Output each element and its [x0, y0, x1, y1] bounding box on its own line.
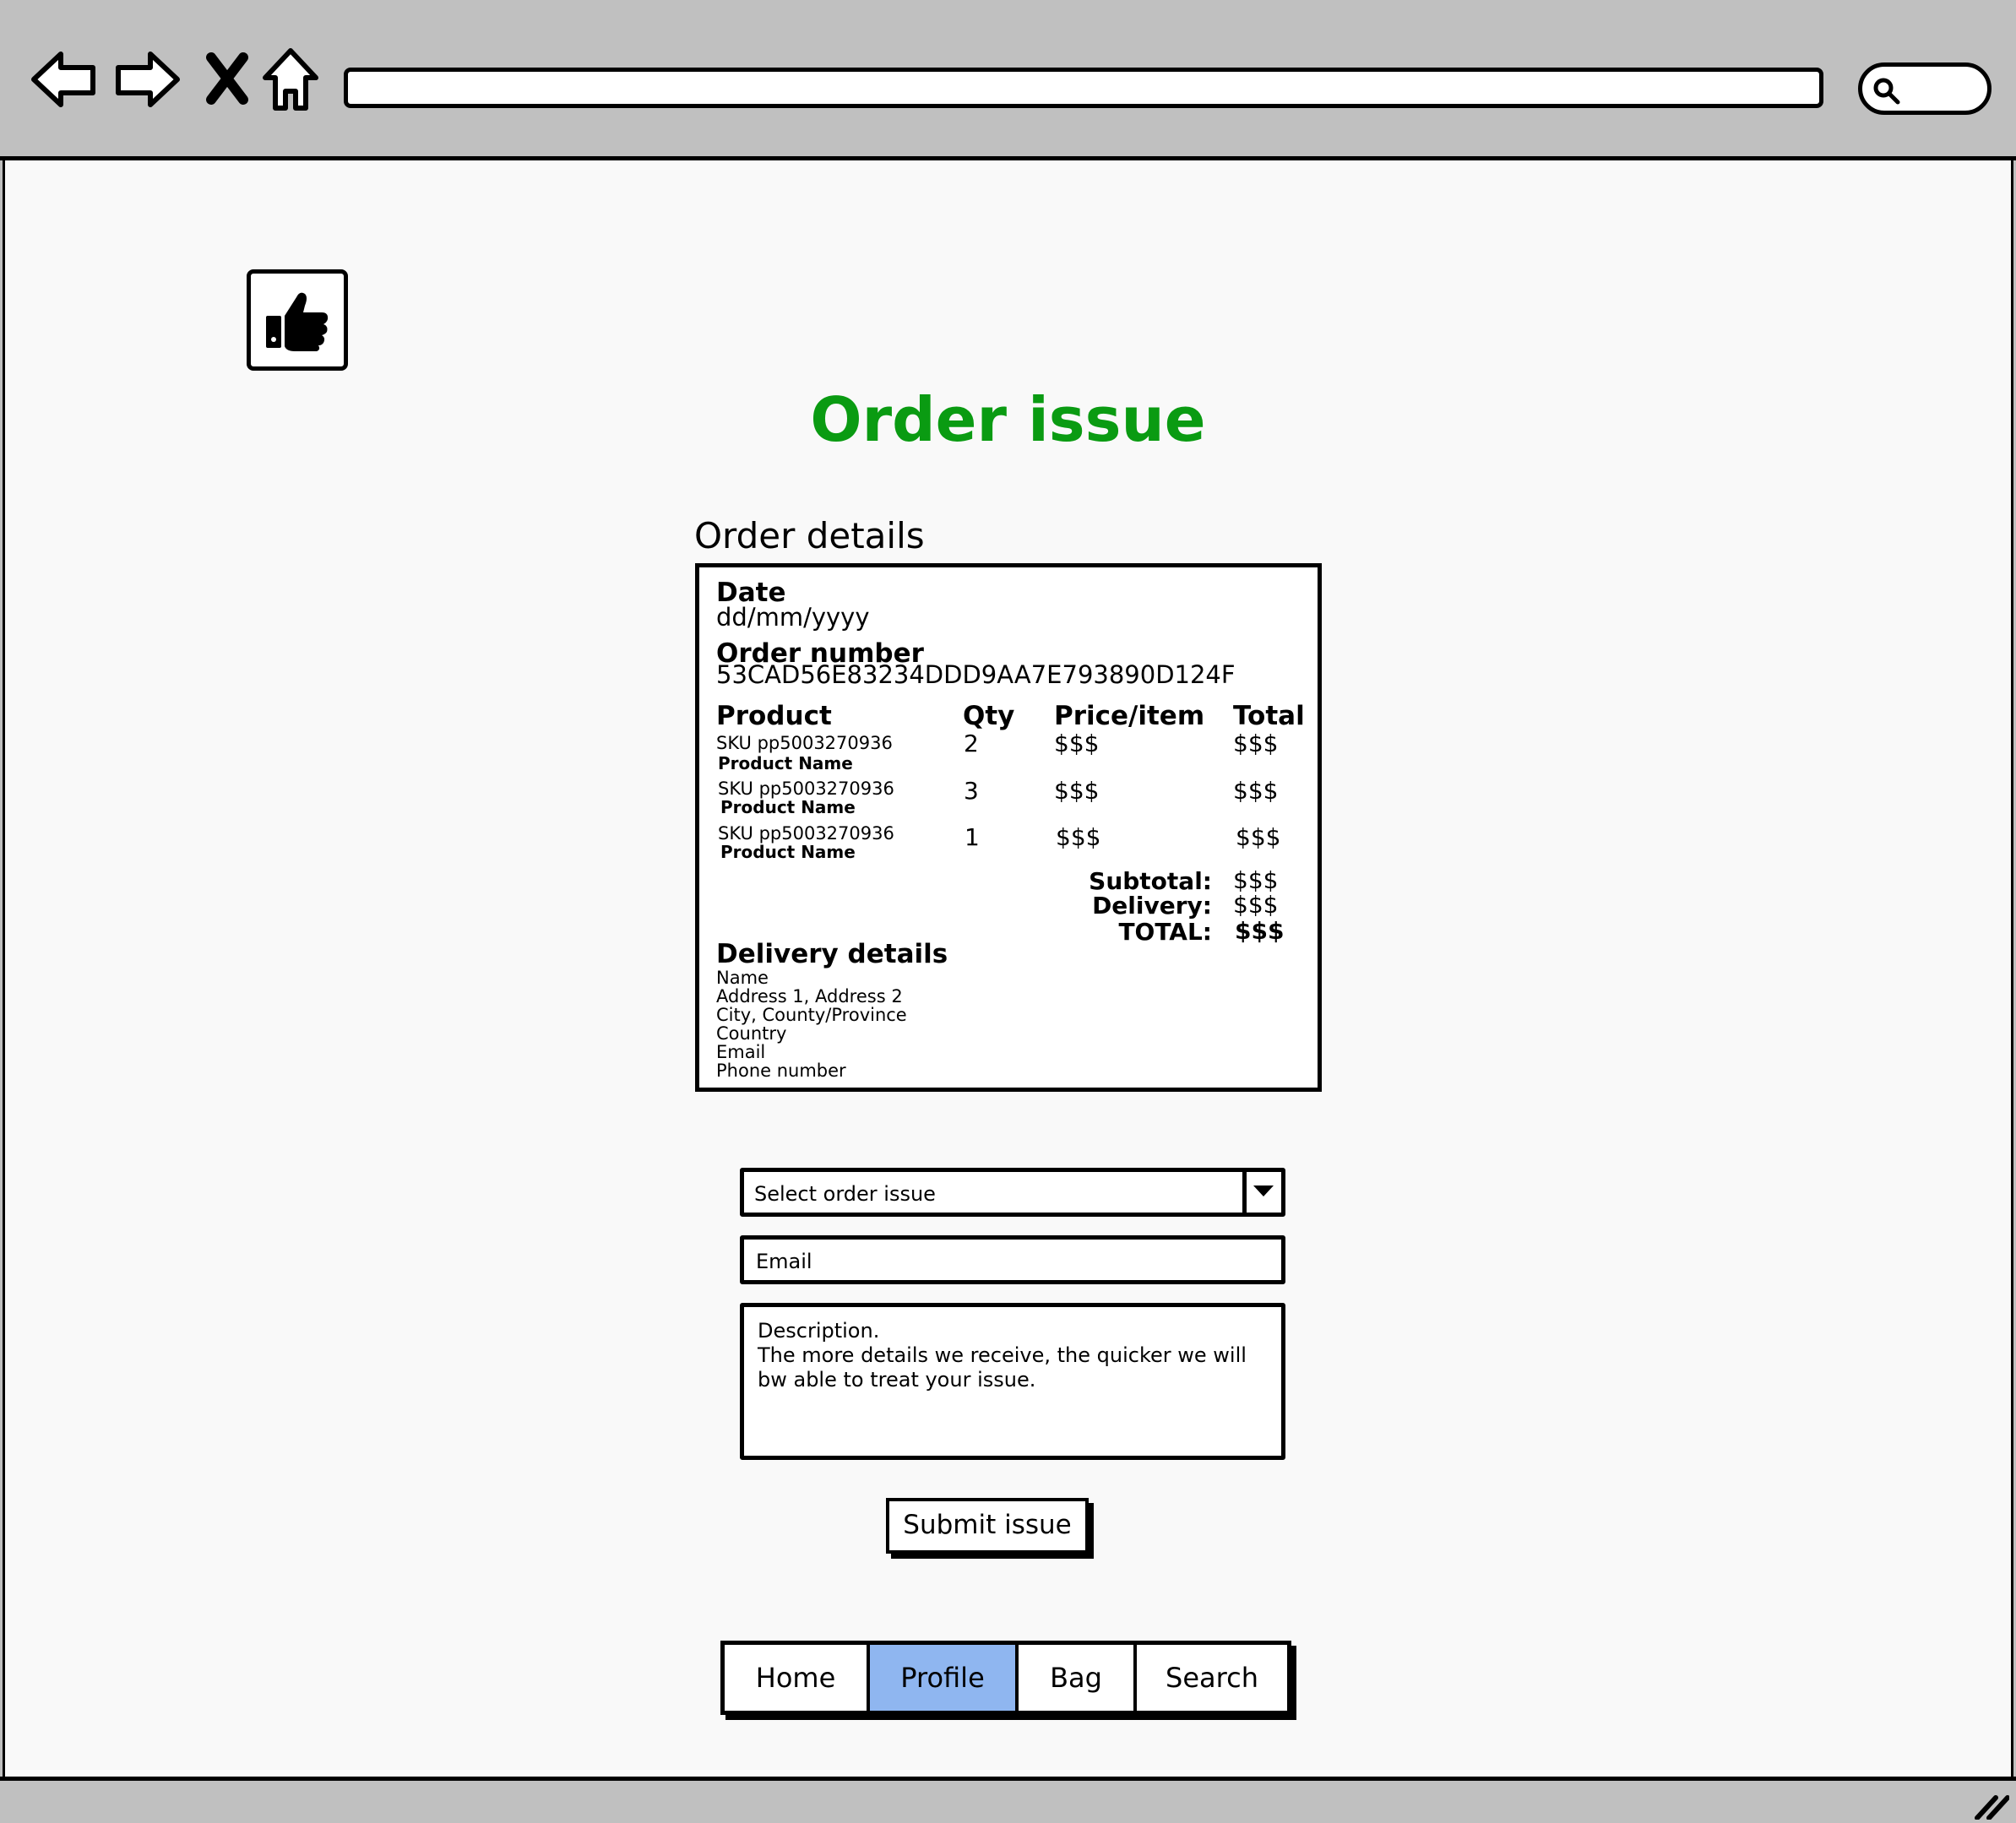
description-placeholder: Description. The more details we receive…	[758, 1319, 1247, 1392]
logo[interactable]	[247, 269, 348, 371]
item-price: $$$	[1056, 823, 1101, 851]
item-name: Product Name	[720, 842, 856, 862]
column-header-total: Total	[1233, 701, 1305, 731]
item-price: $$$	[1054, 730, 1100, 757]
item-qty: 2	[964, 730, 979, 757]
nav-item-search[interactable]: Search	[1137, 1645, 1287, 1711]
total-value: $$$	[1235, 917, 1285, 945]
address-bar[interactable]	[344, 68, 1823, 108]
home-icon[interactable]	[255, 44, 326, 115]
delivery-address: Address 1, Address 2	[716, 986, 903, 1006]
order-details-label: Order details	[694, 515, 925, 556]
chevron-down-icon	[1253, 1185, 1274, 1196]
delivery-email: Email	[716, 1042, 766, 1062]
delivery-label: Delivery:	[1092, 892, 1212, 920]
resize-grip-icon[interactable]	[1972, 1786, 2009, 1820]
delivery-details-heading: Delivery details	[716, 939, 948, 969]
delivery-country: Country	[716, 1023, 787, 1044]
order-issue-select-value: Select order issue	[754, 1182, 936, 1206]
delivery-phone: Phone number	[716, 1061, 846, 1081]
item-name: Product Name	[718, 753, 853, 773]
browser-statusbar	[0, 1777, 2016, 1823]
item-name: Product Name	[720, 797, 856, 817]
delivery-city: City, County/Province	[716, 1005, 907, 1025]
browser-toolbar	[0, 0, 2016, 160]
order-issue-select[interactable]: Select order issue	[740, 1168, 1285, 1217]
item-price: $$$	[1054, 777, 1100, 805]
item-total: $$$	[1233, 777, 1279, 805]
item-sku: SKU pp5003270936	[718, 823, 894, 844]
column-header-qty: Qty	[963, 701, 1015, 731]
thumbs-up-icon	[266, 292, 329, 351]
back-arrow-icon[interactable]	[29, 44, 100, 115]
item-total: $$$	[1233, 730, 1279, 757]
nav-item-bag[interactable]: Bag	[1019, 1645, 1137, 1711]
forward-arrow-icon[interactable]	[111, 44, 182, 115]
date-value: dd/mm/yyyy	[716, 603, 870, 632]
close-icon[interactable]	[193, 44, 264, 115]
nav-item-profile[interactable]: Profile	[870, 1645, 1019, 1711]
item-sku: SKU pp5003270936	[716, 733, 893, 753]
search-icon	[1873, 78, 1900, 105]
delivery-name: Name	[716, 968, 769, 988]
description-field[interactable]: Description. The more details we receive…	[740, 1303, 1285, 1460]
column-header-product: Product	[716, 701, 832, 731]
submit-issue-button[interactable]: Submit issue	[886, 1498, 1089, 1554]
email-placeholder: Email	[756, 1250, 812, 1273]
bottom-nav: Home Profile Bag Search	[720, 1641, 1291, 1715]
item-qty: 3	[964, 777, 979, 805]
nav-item-home[interactable]: Home	[725, 1645, 870, 1711]
item-total: $$$	[1236, 823, 1281, 851]
item-qty: 1	[965, 823, 980, 851]
dropdown-button[interactable]	[1242, 1172, 1281, 1213]
email-field[interactable]: Email	[740, 1235, 1285, 1284]
column-header-price: Price/item	[1054, 701, 1205, 731]
page-title: Order issue	[810, 384, 1206, 455]
browser-search-field[interactable]	[1858, 62, 1992, 115]
order-details-card: Date dd/mm/yyyy Order number 53CAD56E832…	[695, 563, 1322, 1092]
order-number-value: 53CAD56E83234DDD9AA7E793890D124F	[716, 660, 1236, 689]
total-label: TOTAL:	[1118, 918, 1212, 946]
delivery-value: $$$	[1233, 891, 1279, 919]
item-sku: SKU pp5003270936	[718, 779, 894, 799]
